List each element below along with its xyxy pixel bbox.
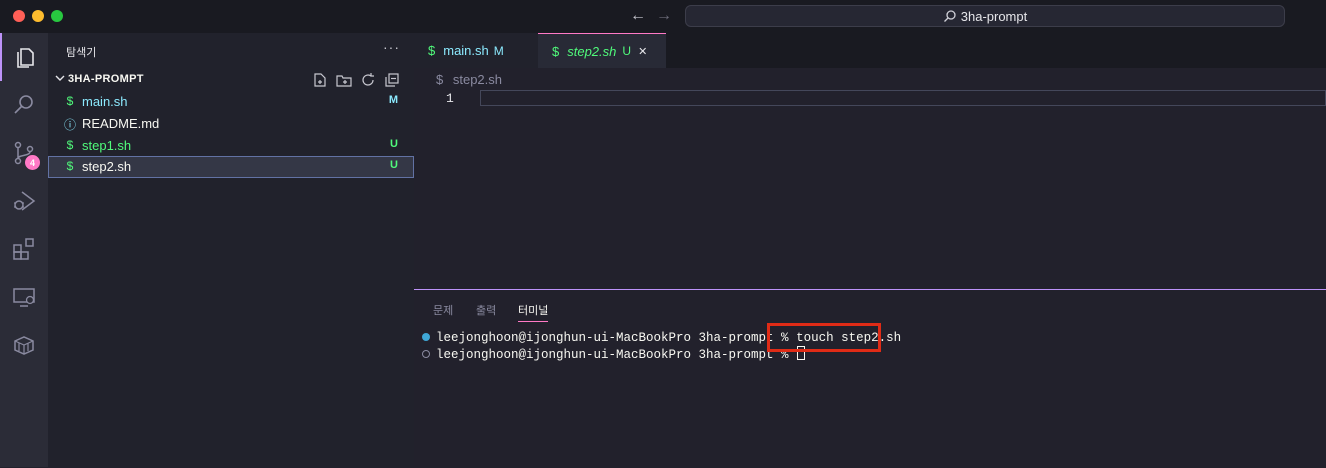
file-item-step1-sh[interactable]: $ step1.sh U [48,135,414,157]
folder-name: 3HA-PROMPT [68,73,144,85]
tab-problems[interactable]: 문제 [433,302,453,318]
maximize-window-button[interactable] [51,10,63,22]
editor-tab-bar: $ main.sh M $ step2.sh U ✕ [414,33,1326,68]
chevron-down-icon [55,75,65,81]
new-file-icon[interactable] [312,72,328,88]
breadcrumb: $ step2.sh [436,72,502,87]
bottom-panel: 문제 출력 터미널 leejonghoon@ijonghun-ui-MacBoo… [414,289,1326,468]
forward-arrow-icon[interactable]: → [656,7,672,25]
tab-status: M [493,43,504,58]
file-status: U [390,138,398,150]
shell-file-icon: $ [428,43,436,58]
close-window-button[interactable] [13,10,25,22]
explorer-title: 탐색기 [66,47,97,59]
search-text: 3ha-prompt [960,8,1028,24]
activity-packages[interactable] [0,321,48,369]
activity-search[interactable] [0,81,48,129]
shell-file-icon: $ [552,43,560,59]
command-center-search[interactable]: 3ha-prompt [685,5,1285,27]
folder-header[interactable]: 3HA-PROMPT [48,69,414,91]
collapse-all-icon[interactable] [384,72,400,88]
title-bar: ← → 3ha-prompt [0,0,1326,33]
file-status: U [390,159,398,171]
tab-main-sh[interactable]: $ main.sh M [414,33,538,68]
terminal-prompt: leejonghoon@ijonghun-ui-MacBookPro 3ha-p… [436,331,797,345]
run-debug-icon [14,191,36,211]
tab-step2-sh[interactable]: $ step2.sh U ✕ [538,33,666,68]
refresh-icon[interactable] [360,72,376,88]
current-line-highlight [480,90,1326,106]
tab-status: U [622,44,632,58]
shell-file-icon: $ [66,94,74,108]
info-icon: ⓘ [64,118,77,132]
tab-terminal[interactable]: 터미널 [518,302,549,322]
files-icon [17,48,34,68]
command-pending-dot [422,350,430,358]
search-icon [943,10,956,22]
back-arrow-icon[interactable]: ← [630,7,646,25]
command-success-dot [422,333,430,341]
activity-source-control[interactable]: 4 [0,129,48,177]
breadcrumb-file[interactable]: step2.sh [453,72,502,87]
terminal-prompt: leejonghoon@ijonghun-ui-MacBookPro 3ha-p… [436,348,797,362]
shell-file-icon: $ [66,159,74,173]
activity-extensions[interactable] [0,225,48,273]
file-name: step1.sh [82,138,132,153]
shell-file-icon: $ [436,72,444,87]
activity-bar: 4 [0,33,48,467]
shell-file-icon: $ [66,138,74,152]
search-icon [14,95,33,114]
extensions-icon [13,238,34,260]
terminal-line-2[interactable]: leejonghoon@ijonghun-ui-MacBookPro 3ha-p… [422,346,806,362]
source-control-badge: 4 [25,155,40,170]
file-name: main.sh [82,94,128,109]
file-item-step2-sh[interactable]: $ step2.sh U [48,156,414,178]
line-number: 1 [446,91,454,106]
activity-run-debug[interactable] [0,177,48,225]
explorer-sidebar: 탐색기 ··· 3HA-PROMPT $ main.sh M ⓘ README.… [48,33,414,467]
more-actions-icon[interactable]: ··· [383,39,400,55]
activity-explorer[interactable] [0,33,48,81]
command-highlight-box [767,323,881,352]
tab-output[interactable]: 출력 [476,302,496,318]
minimize-window-button[interactable] [32,10,44,22]
tab-label: step2.sh [567,43,617,59]
activity-remote-explorer[interactable] [0,273,48,321]
close-tab-icon[interactable]: ✕ [638,45,647,58]
box-icon [14,336,34,355]
editor-area[interactable]: $ step2.sh 1 [414,68,1326,289]
file-item-readme[interactable]: ⓘ README.md [48,113,414,135]
file-name: README.md [82,116,160,131]
remote-explorer-icon [13,288,35,307]
file-name: step2.sh [82,159,132,174]
file-status: M [388,94,398,106]
tab-label: main.sh [443,43,489,58]
new-folder-icon[interactable] [336,72,352,88]
file-item-main-sh[interactable]: $ main.sh M [48,91,414,113]
